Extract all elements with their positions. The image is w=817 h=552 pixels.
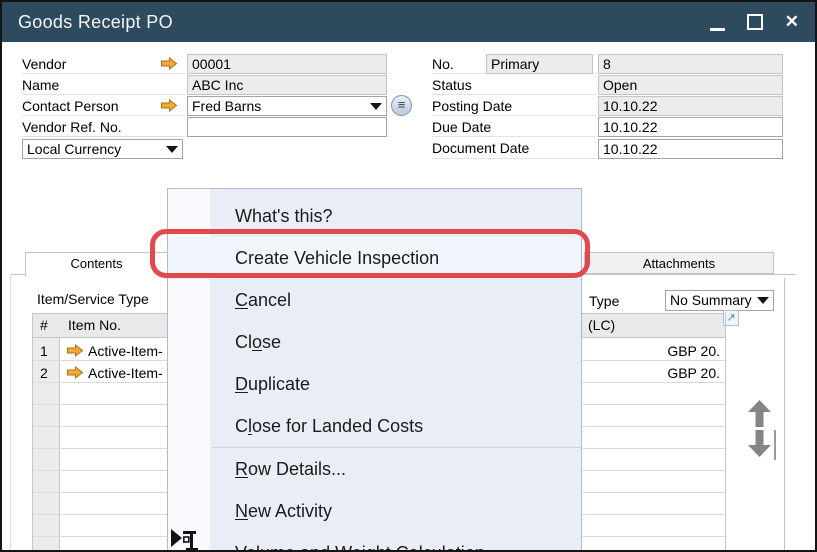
tab-contents[interactable]: Contents (25, 252, 168, 276)
contact-person-value: Fred Barns (192, 98, 261, 114)
row-number: 2 (40, 365, 48, 381)
menu-item-label: C (235, 416, 248, 436)
menu-item-whats-this[interactable]: What's this? (168, 195, 581, 237)
no-label: No. (432, 56, 454, 72)
name-field[interactable]: ABC Inc (187, 75, 387, 95)
menu-item-new-activity[interactable]: New Activity (168, 490, 581, 532)
contact-person-dropdown[interactable]: Fred Barns (187, 96, 387, 116)
minimize-icon[interactable] (710, 28, 725, 31)
chevron-down-icon[interactable] (166, 146, 178, 153)
window-title: Goods Receipt PO (18, 2, 173, 42)
menu-item-close[interactable]: Close (168, 321, 581, 363)
due-date-label: Due Date (432, 119, 491, 135)
item-no-cell[interactable]: Active-Item- (88, 343, 163, 359)
total-lc-cell[interactable]: GBP 20. (602, 365, 720, 381)
scroll-line (774, 430, 776, 460)
menu-item-duplicate[interactable]: Duplicate (168, 363, 581, 405)
currency-value: Local Currency (27, 141, 121, 157)
total-lc-cell[interactable]: GBP 20. (602, 343, 720, 359)
link-arrow-icon[interactable] (160, 57, 178, 70)
contact-person-label: Contact Person (22, 98, 119, 114)
menu-item-create-vehicle-inspection[interactable]: Create Vehicle Inspection (168, 237, 581, 279)
divider (22, 73, 185, 74)
cursor-icon (169, 526, 203, 552)
menu-item-volume-weight-calculation[interactable]: Volume and Weight Calculation (168, 532, 581, 552)
col-header-total-lc: (LC) (588, 317, 615, 333)
link-arrow-icon[interactable] (66, 366, 84, 379)
divider (432, 136, 596, 137)
chevron-down-icon[interactable] (370, 103, 382, 110)
document-date-field[interactable]: 10.10.22 (598, 139, 783, 159)
item-service-type-label: Item/Service Type (37, 291, 149, 307)
item-no-cell[interactable]: Active-Item- (88, 365, 163, 381)
currency-dropdown[interactable]: Local Currency (22, 139, 183, 159)
row-number: 1 (40, 343, 48, 359)
vendor-ref-label: Vendor Ref. No. (22, 119, 122, 135)
link-arrow-icon[interactable] (160, 99, 178, 112)
vendor-label: Vendor (22, 56, 66, 72)
menu-item-row-details[interactable]: Row Details... (168, 448, 581, 490)
divider (22, 94, 185, 95)
menu-item-label: What's this? (235, 206, 332, 226)
context-menu: What's this? Create Vehicle Inspection C… (167, 188, 582, 552)
posting-date-label: Posting Date (432, 98, 512, 114)
goods-receipt-po-window: Goods Receipt PO ✕ Vendor 00001 Name ABC… (0, 0, 817, 552)
divider (432, 94, 596, 95)
panel-border (10, 274, 11, 552)
no-series-field[interactable]: Primary (486, 54, 593, 74)
type-label: Type (589, 293, 619, 309)
move-row-up-icon[interactable] (748, 400, 771, 427)
close-icon[interactable]: ✕ (785, 2, 799, 42)
divider (22, 115, 185, 116)
name-label: Name (22, 77, 59, 93)
chevron-down-icon[interactable] (757, 297, 769, 304)
window-controls: ✕ (710, 2, 799, 42)
divider (432, 115, 596, 116)
context-menu-button[interactable]: ≡ (391, 95, 412, 116)
document-date-label: Document Date (432, 140, 529, 156)
status-label: Status (432, 77, 472, 93)
vendor-field[interactable]: 00001 (187, 54, 387, 74)
maximize-icon[interactable] (747, 14, 763, 30)
menu-item-label: Cl (235, 332, 252, 352)
grid-line (32, 313, 33, 552)
grid-line (784, 278, 785, 552)
due-date-field[interactable]: 10.10.22 (598, 117, 783, 137)
grid-line (725, 313, 726, 552)
divider (432, 158, 596, 159)
menu-item-cancel[interactable]: Cancel (168, 279, 581, 321)
posting-date-field[interactable]: 10.10.22 (598, 96, 783, 116)
window-titlebar: Goods Receipt PO ✕ (2, 2, 815, 42)
col-header-num: # (40, 317, 48, 333)
menu-item-close-for-landed-costs[interactable]: Close for Landed Costs (168, 405, 581, 447)
menu-item-label: Create Vehicle Inspection (235, 248, 439, 268)
no-number-field[interactable]: 8 (598, 54, 783, 74)
status-field[interactable]: Open (598, 75, 783, 95)
vendor-ref-field[interactable] (187, 117, 387, 137)
move-row-down-icon[interactable] (748, 430, 771, 457)
summary-type-value: No Summary (670, 292, 752, 308)
col-header-item-no: Item No. (68, 317, 121, 333)
tab-attachments[interactable]: Attachments (584, 252, 774, 274)
link-arrow-icon[interactable] (66, 344, 84, 357)
divider (22, 136, 185, 137)
summary-type-dropdown[interactable]: No Summary (665, 290, 774, 311)
